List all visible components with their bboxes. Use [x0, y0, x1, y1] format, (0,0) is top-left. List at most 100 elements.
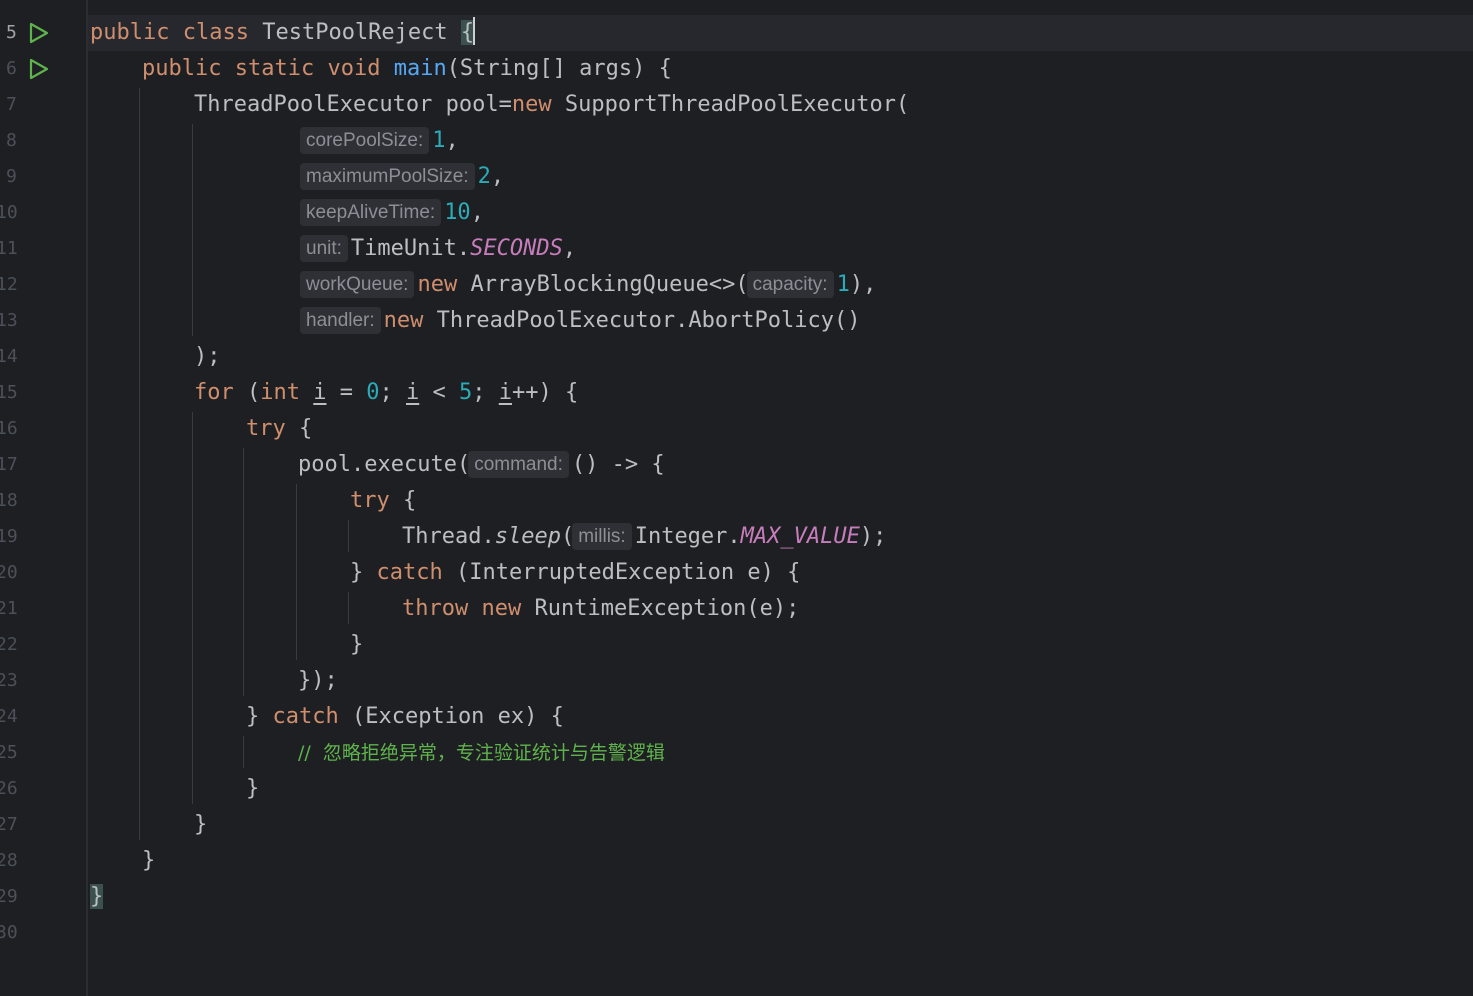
keyword: new [511, 92, 552, 117]
code-line-24[interactable]: } catch (Exception ex) { [246, 699, 564, 735]
code-line-9[interactable]: maximumPoolSize: 2, [300, 159, 505, 195]
code-text: ThreadPoolExecutor pool= [194, 92, 512, 117]
code-text: }); [298, 668, 338, 693]
line-number: 9 [6, 166, 17, 187]
code-text: ; [379, 380, 406, 405]
keyword: public [90, 20, 170, 45]
parameter-hint: command: [468, 451, 569, 478]
keyword: catch [376, 560, 443, 585]
code-line-8[interactable]: corePoolSize: 1, [300, 123, 459, 159]
class-name: TestPoolReject [262, 20, 448, 45]
keyword: for [194, 380, 234, 405]
code-line-14[interactable]: ); [194, 339, 221, 375]
line-number: 7 [6, 94, 17, 115]
number-literal: 10 [444, 200, 471, 225]
brace: { [460, 20, 475, 45]
code-line-18[interactable]: try { [350, 483, 416, 519]
line-number: 16 [0, 418, 18, 439]
code-line-13[interactable]: handler: new ThreadPoolExecutor.AbortPoli… [300, 303, 861, 339]
code-text: } [246, 704, 273, 729]
code-text: { [389, 488, 417, 513]
code-text: ( [233, 380, 261, 405]
code-line-19[interactable]: Thread.sleep(millis: Integer.MAX_VALUE); [402, 519, 886, 555]
line-number: 5 [6, 22, 17, 43]
run-icon[interactable] [28, 22, 49, 44]
code-line-25[interactable]: // 忽略拒绝异常，专注验证统计与告警逻辑 [298, 735, 665, 771]
code-line-5[interactable]: public class TestPoolReject { [90, 15, 476, 51]
parameter-hint: workQueue: [300, 271, 415, 298]
line-number: 13 [0, 310, 18, 331]
parameter-hint: corePoolSize: [300, 127, 430, 154]
line-number: 19 [0, 526, 18, 547]
code-line-12[interactable]: workQueue: new ArrayBlockingQueue<>(capac… [300, 267, 877, 303]
code-text: () -> { [571, 452, 665, 477]
code-line-26[interactable]: } [246, 771, 259, 807]
line-number: 22 [0, 634, 18, 655]
code-line-10[interactable]: keepAliveTime: 10, [300, 195, 484, 231]
code-line-21[interactable]: throw new RuntimeException(e); [402, 591, 799, 627]
code-text: RuntimeException(e); [521, 596, 800, 621]
line-number: 14 [0, 346, 18, 367]
code-text: ); [194, 344, 221, 369]
keyword: static [234, 56, 315, 81]
indent-guide [192, 412, 193, 804]
code-line-7[interactable]: ThreadPoolExecutor pool=new SupportThrea… [194, 87, 909, 123]
number-literal: 0 [366, 380, 380, 405]
line-number: 30 [0, 922, 18, 943]
code-line-27[interactable]: } [194, 807, 207, 843]
line-number: 21 [0, 598, 18, 619]
code-line-16[interactable]: try { [246, 411, 312, 447]
indent-guide [243, 448, 244, 696]
code-text: ++) { [512, 380, 579, 405]
line-number: 25 [0, 742, 18, 763]
code-text: , [445, 128, 459, 153]
keyword: try [246, 416, 286, 441]
code-text: ), [849, 272, 877, 297]
keyword: public [142, 56, 222, 81]
line-number: 10 [0, 202, 18, 223]
indent-guide [243, 736, 244, 768]
parameter-hint: unit: [300, 235, 348, 262]
keyword: new [383, 308, 424, 333]
code-text: ArrayBlockingQueue<>( [457, 272, 749, 297]
code-text: = [326, 380, 367, 405]
code-line-28[interactable]: } [142, 843, 155, 879]
variable: i [406, 380, 420, 405]
code-text: ThreadPoolExecutor.AbortPolicy() [423, 308, 861, 333]
code-text: (String[] args) { [446, 56, 672, 81]
keyword: void [327, 56, 381, 81]
keyword: try [350, 488, 390, 513]
parameter-hint: capacity: [746, 271, 834, 298]
code-text: ; [472, 380, 499, 405]
code-line-20[interactable]: } catch (InterruptedException e) { [350, 555, 800, 591]
code-line-11[interactable]: unit: TimeUnit.SECONDS, [300, 231, 576, 267]
parameter-hint: maximumPoolSize: [300, 163, 475, 190]
keyword: throw [402, 596, 469, 621]
line-number: 26 [0, 778, 18, 799]
number-literal: 2 [477, 164, 491, 189]
code-line-29[interactable]: } [90, 879, 104, 915]
line-number: 27 [0, 814, 18, 835]
line-number: 24 [0, 706, 18, 727]
code-line-23[interactable]: }); [298, 663, 338, 699]
method-name: sleep [494, 524, 561, 549]
line-number: 11 [0, 238, 18, 259]
keyword: new [481, 596, 522, 621]
parameter-hint: millis: [572, 523, 632, 550]
code-text: (Exception ex) { [338, 704, 564, 729]
number-literal: 1 [836, 272, 850, 297]
run-icon[interactable] [28, 58, 49, 80]
line-number: 23 [0, 670, 18, 691]
keyword: new [417, 272, 458, 297]
code-line-17[interactable]: pool.execute(command:() -> { [298, 447, 665, 483]
code-text: , [490, 164, 505, 189]
code-line-22[interactable]: } [350, 627, 363, 663]
code-line-15[interactable]: for (int i = 0; i < 5; i++) { [194, 375, 578, 411]
variable: i [313, 380, 327, 405]
code-text: Integer. [634, 524, 741, 549]
code-text: SupportThreadPoolExecutor( [551, 92, 910, 117]
line-number: 17 [0, 454, 18, 475]
code-line-6[interactable]: public static void main(String[] args) { [142, 51, 672, 87]
code-text: , [470, 200, 484, 225]
